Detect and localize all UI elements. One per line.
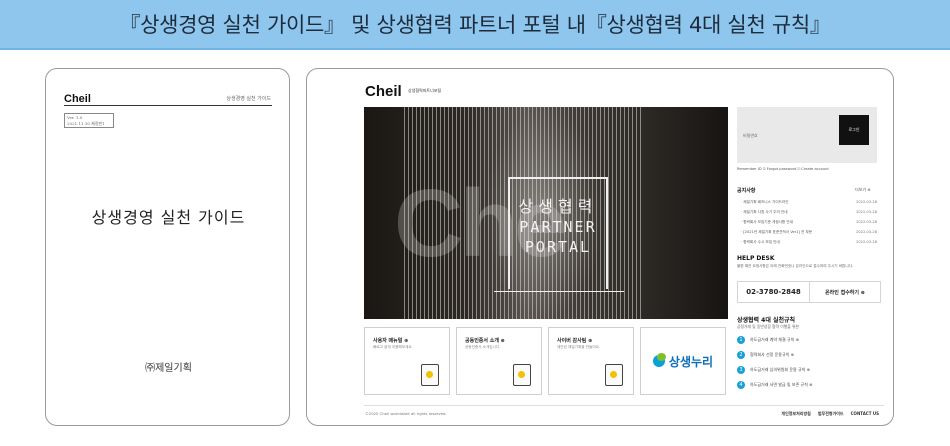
rule-item[interactable]: 1 하도급거래 계약 체결 규칙 ⊕ bbox=[737, 335, 799, 345]
notice-item[interactable]: · 제일기획 사칭 사기 주의 안내 2022-03-28 bbox=[741, 210, 877, 219]
hero-title-en2: PORTAL bbox=[524, 238, 592, 256]
page-header: 『상생경영 실천 가이드』 및 상생협력 파트너 포털 내『상생협력 4대 실천… bbox=[0, 0, 950, 48]
notice-date: 2022-03-28 bbox=[856, 210, 877, 214]
rule-label: 협력회사 선정 운용규칙 ⊕ bbox=[750, 352, 794, 357]
portal-logo-subtitle: 상생협력파트너포털 bbox=[408, 88, 442, 93]
notice-date: 2022-03-28 bbox=[856, 200, 877, 204]
notice-title: 공지사항 bbox=[737, 188, 756, 194]
header-title: 『상생경영 실천 가이드』 및 상생협력 파트너 포털 내『상생협력 4대 실천… bbox=[119, 13, 831, 37]
feature-title: 사용자 매뉴얼 ⊕ bbox=[373, 338, 409, 344]
sangsaeng-nuri-logo-icon bbox=[652, 353, 666, 367]
notice-text: · 제일기획 배즈니스 가이드라인 bbox=[741, 200, 789, 204]
rules-title: 상생협력 4대 실천규칙 bbox=[737, 317, 796, 324]
helpdesk-box: 02-3780-2848 온라인 접수하기 ⊕ bbox=[737, 281, 881, 303]
notice-text: · 협력회사 수시 모집 안내 bbox=[741, 240, 780, 244]
feature-cyber-audit[interactable]: 사이버 감사팀 ⊕ 제안된 제일기획을 만들어요. bbox=[548, 327, 634, 395]
rules-subtitle: 공정거래 및 동반성장 협력 이행을 위한 bbox=[737, 324, 799, 329]
helpdesk-phone: 02-3780-2848 bbox=[738, 282, 810, 302]
rule-label: 하도급거래 계약 체결 규칙 ⊕ bbox=[750, 337, 799, 342]
notice-item[interactable]: · 협력회사 수시 모집 안내 2022-03-28 bbox=[741, 240, 877, 249]
manual-search-icon bbox=[421, 364, 439, 386]
rule-number-badge: 1 bbox=[737, 336, 745, 344]
hero-image: Che 상생협력 PARTNER PORTAL bbox=[364, 107, 728, 319]
feature-subtitle: 제안된 제일기획을 만들어요. bbox=[557, 345, 601, 349]
guide-top-title: 상생경영 실천 가이드 bbox=[226, 96, 271, 102]
rule-label: 하도급거래 심의위원회 운용 규칙 ⊕ bbox=[750, 367, 810, 372]
rule-number-badge: 3 bbox=[737, 366, 745, 374]
helpdesk-description: 불편 혜전 요청사항은 아래 전화번호나 온라인으로 접수하여 주시기 바랍니다… bbox=[737, 264, 854, 268]
portal-screenshot-card: Cheil 상생협력파트너포털 Che 상생협력 PARTNER PORTAL … bbox=[306, 68, 894, 426]
rule-number-badge: 2 bbox=[737, 351, 745, 359]
notice-text: · [2021년 제일기획 표준견적서 Ver1] 전 부문 bbox=[741, 230, 813, 234]
login-button[interactable]: 로그인 bbox=[839, 115, 869, 145]
footer-links: 개인정보처리방침 법무전형가이드 CONTACT US bbox=[781, 411, 879, 417]
feature-certificate[interactable]: 공동인증서 소개 ⊕ 공동인증서 소개입니다. bbox=[456, 327, 542, 395]
notice-text: · 제일기획 사칭 사기 주의 안내 bbox=[741, 210, 788, 214]
footer-link-privacy[interactable]: 개인정보처리방침 bbox=[781, 411, 810, 417]
notice-text: · 협력회사 모집기준 개정사항 안내 bbox=[741, 220, 793, 224]
password-field[interactable]: 비밀번호 bbox=[743, 133, 758, 139]
footer-link-legal[interactable]: 법무전형가이드 bbox=[818, 411, 844, 417]
feature-title: 공동인증서 소개 ⊕ bbox=[465, 338, 505, 344]
hero-title-ko: 상생협력 bbox=[518, 197, 598, 216]
feature-subtitle: 공동인증서 소개입니다. bbox=[465, 345, 501, 349]
notice-item[interactable]: · [2021년 제일기획 표준견적서 Ver1] 전 부문 2022-03-2… bbox=[741, 230, 877, 239]
portal-logo[interactable]: Cheil bbox=[365, 83, 402, 100]
login-options[interactable]: Remember ID ⚿ Forgot password ⚿ Create a… bbox=[737, 167, 829, 171]
notice-item[interactable]: · 협력회사 모집기준 개정사항 안내 2022-03-28 bbox=[741, 220, 877, 229]
online-request-button[interactable]: 온라인 접수하기 ⊕ bbox=[810, 282, 880, 302]
guide-version-date: 2021.11.30 제정판1 bbox=[67, 121, 105, 126]
guide-title: 상생경영 실천 가이드 bbox=[91, 208, 246, 227]
feature-user-manual[interactable]: 사용자 매뉴얼 ⊕ 빠르고 쉽게 이용해보세요. bbox=[364, 327, 450, 395]
rule-item[interactable]: 4 하도급거래 서면 발급 및 보존 규칙 ⊕ bbox=[737, 380, 813, 390]
feature-title: 사이버 감사팀 ⊕ bbox=[557, 338, 593, 344]
login-panel: 비밀번호 로그인 bbox=[737, 107, 877, 163]
notice-date: 2022-03-28 bbox=[856, 230, 877, 234]
rule-label: 하도급거래 서면 발급 및 보존 규칙 ⊕ bbox=[750, 382, 813, 387]
notice-date: 2022-03-28 bbox=[856, 240, 877, 244]
guide-company: ㈜제일기획 bbox=[145, 363, 192, 374]
guide-version-box: Ver. 1.0 2021.11.30 제정판1 bbox=[64, 113, 114, 128]
feature-sangsaeng-nuri[interactable]: 상생누리 bbox=[640, 327, 726, 395]
footer-divider bbox=[364, 405, 884, 406]
rule-number-badge: 4 bbox=[737, 381, 745, 389]
guide-logo: Cheil bbox=[64, 93, 91, 105]
audit-lock-icon bbox=[605, 364, 623, 386]
notice-date: 2022-03-28 bbox=[856, 220, 877, 224]
footer-copyright: ©2020 Cheil worldwide all rights reserve… bbox=[365, 411, 447, 416]
helpdesk-title: HELP DESK bbox=[737, 255, 775, 262]
rule-item[interactable]: 3 하도급거래 심의위원회 운용 규칙 ⊕ bbox=[737, 365, 810, 375]
notice-item[interactable]: · 제일기획 배즈니스 가이드라인 2022-03-28 bbox=[741, 200, 877, 209]
hero-logo-underline bbox=[494, 291, 624, 292]
notice-more-link[interactable]: 더보기 ⊕ bbox=[855, 187, 871, 193]
sangsaeng-nuri-label: 상생누리 bbox=[668, 354, 714, 369]
footer-link-contact[interactable]: CONTACT US bbox=[851, 411, 879, 417]
hero-portal-logo: 상생협력 PARTNER PORTAL bbox=[508, 177, 608, 289]
feature-subtitle: 빠르고 쉽게 이용해보세요. bbox=[373, 345, 413, 349]
hero-title-en1: PARTNER bbox=[519, 218, 597, 236]
certificate-icon bbox=[513, 364, 531, 386]
rule-item[interactable]: 2 협력회사 선정 운용규칙 ⊕ bbox=[737, 350, 794, 360]
guide-top-rule bbox=[64, 105, 272, 106]
guide-cover-card: Cheil 상생경영 실천 가이드 Ver. 1.0 2021.11.30 제정… bbox=[45, 68, 290, 426]
